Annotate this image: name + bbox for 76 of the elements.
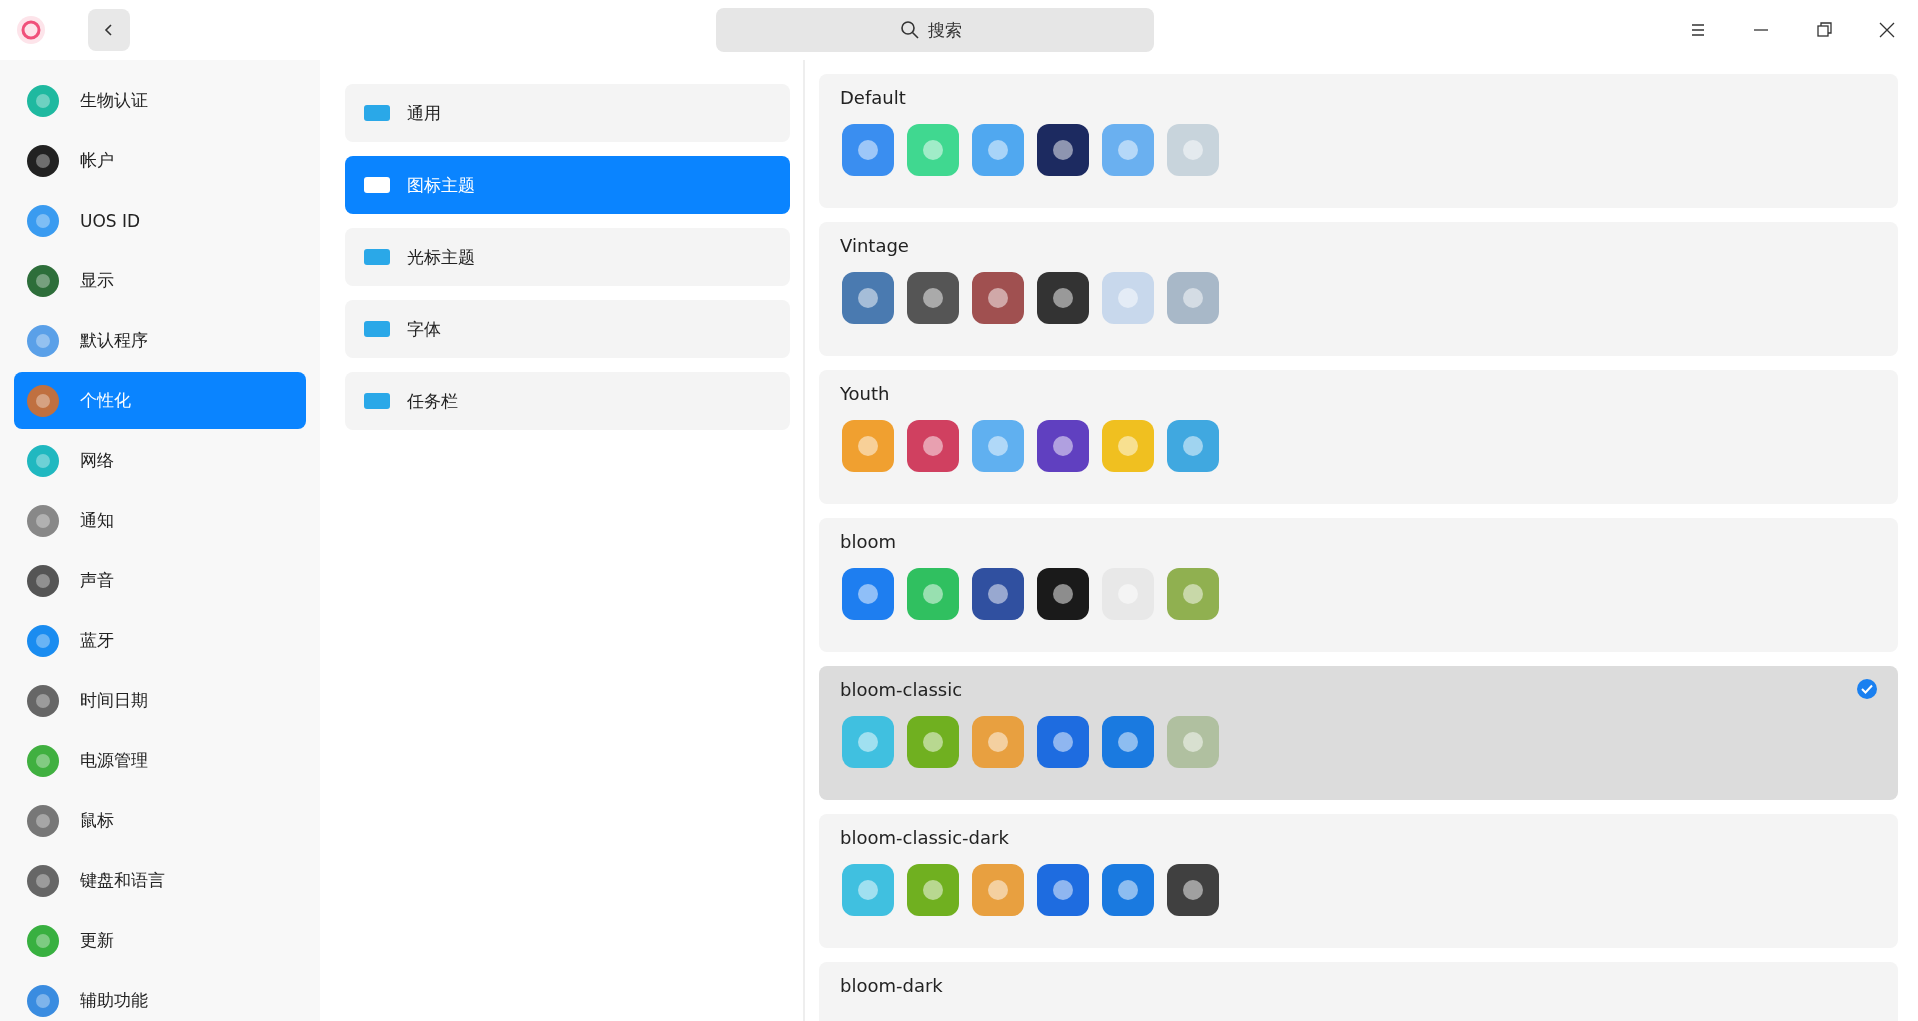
theme-card[interactable]: bloom-classic xyxy=(819,666,1898,800)
app-icon xyxy=(840,566,896,622)
app-icon xyxy=(1035,418,1091,474)
theme-card[interactable]: bloom-dark xyxy=(819,962,1898,1021)
sidebar-item[interactable]: UOS ID xyxy=(14,192,306,249)
sidebar-item[interactable]: 默认程序 xyxy=(14,312,306,369)
app-icon xyxy=(970,418,1026,474)
theme-card[interactable]: bloom-classic-dark xyxy=(819,814,1898,948)
close-icon[interactable] xyxy=(1878,21,1896,39)
app-icon xyxy=(1165,566,1221,622)
app-icon xyxy=(1165,714,1221,770)
check-icon xyxy=(1856,678,1878,700)
maximize-icon[interactable] xyxy=(1815,21,1833,39)
app-icon xyxy=(1100,270,1156,326)
category-item[interactable]: 光标主题 xyxy=(345,228,790,286)
app-icon xyxy=(1035,714,1091,770)
app-icon xyxy=(970,270,1026,326)
sidebar-item[interactable]: 更新 xyxy=(14,912,306,969)
app-icon xyxy=(1035,270,1091,326)
sidebar-item[interactable]: 键盘和语言 xyxy=(14,852,306,909)
app-icon xyxy=(905,714,961,770)
sidebar-item[interactable]: 电源管理 xyxy=(14,732,306,789)
category-item[interactable]: 通用 xyxy=(345,84,790,142)
sidebar-item[interactable]: 帐户 xyxy=(14,132,306,189)
theme-name: bloom-dark xyxy=(840,974,943,996)
category-item[interactable]: 字体 xyxy=(345,300,790,358)
app-icon xyxy=(1165,270,1221,326)
theme-card[interactable]: bloom xyxy=(819,518,1898,652)
app-icon xyxy=(970,714,1026,770)
theme-name: Vintage xyxy=(840,234,909,256)
search-field[interactable]: 搜索 xyxy=(715,8,1154,52)
theme-name: Youth xyxy=(840,382,890,404)
app-icon xyxy=(840,270,896,326)
app-icon xyxy=(905,270,961,326)
app-icon xyxy=(1035,566,1091,622)
app-icon xyxy=(1100,714,1156,770)
app-icon xyxy=(970,862,1026,918)
sidebar-item[interactable]: 鼠标 xyxy=(14,792,306,849)
app-icon xyxy=(1035,122,1091,178)
app-icon xyxy=(905,566,961,622)
sidebar-item[interactable]: 辅助功能 xyxy=(14,972,306,1021)
sidebar-item[interactable]: 网络 xyxy=(14,432,306,489)
app-icon xyxy=(905,862,961,918)
app-icon xyxy=(1165,862,1221,918)
theme-card[interactable]: Youth xyxy=(819,370,1898,504)
app-logo-icon xyxy=(14,13,48,47)
menu-icon[interactable] xyxy=(1689,21,1707,39)
sidebar-item[interactable]: 时间日期 xyxy=(14,672,306,729)
app-icon xyxy=(1165,122,1221,178)
app-icon xyxy=(970,566,1026,622)
theme-name: bloom-classic xyxy=(840,678,963,700)
app-icon xyxy=(840,122,896,178)
app-icon xyxy=(970,122,1026,178)
app-icon xyxy=(1100,418,1156,474)
sidebar-item[interactable]: 蓝牙 xyxy=(14,612,306,669)
theme-card[interactable]: Vintage xyxy=(819,222,1898,356)
app-icon xyxy=(840,418,896,474)
theme-card[interactable]: Default xyxy=(819,74,1898,208)
theme-name: bloom xyxy=(840,530,896,552)
app-icon xyxy=(1100,122,1156,178)
sidebar-item[interactable]: 生物认证 xyxy=(14,72,306,129)
app-icon xyxy=(1035,862,1091,918)
app-icon xyxy=(840,862,896,918)
sidebar-item[interactable]: 通知 xyxy=(14,492,306,549)
app-icon xyxy=(1100,862,1156,918)
category-item[interactable]: 任务栏 xyxy=(345,372,790,430)
sidebar-item[interactable]: 声音 xyxy=(14,552,306,609)
app-icon xyxy=(1165,418,1221,474)
category-item[interactable]: 图标主题 xyxy=(345,156,790,214)
theme-name: bloom-classic-dark xyxy=(840,826,1009,848)
app-icon xyxy=(905,418,961,474)
sidebar-item[interactable]: 个性化 xyxy=(14,372,306,429)
theme-name: Default xyxy=(840,86,906,108)
app-icon xyxy=(905,122,961,178)
app-icon xyxy=(840,714,896,770)
sidebar-item[interactable]: 显示 xyxy=(14,252,306,309)
